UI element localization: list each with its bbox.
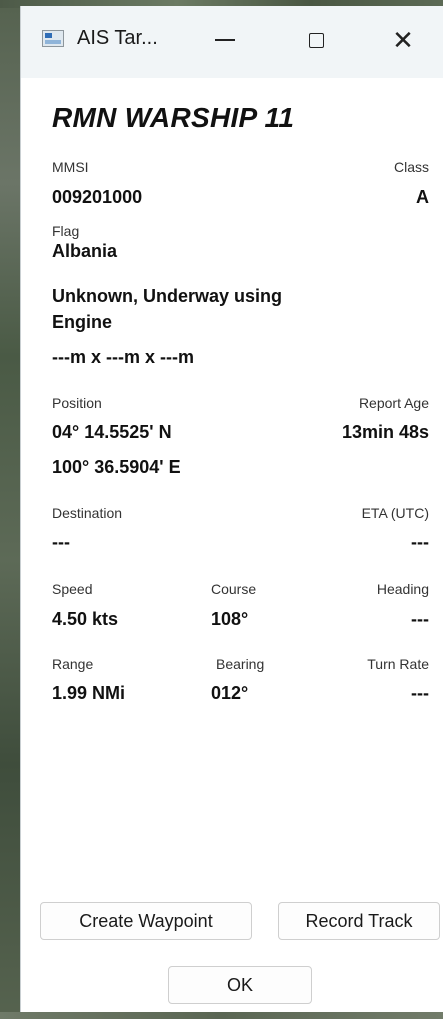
speed-value: 4.50 kts xyxy=(52,609,119,629)
turn-rate-label: Turn Rate xyxy=(367,656,429,672)
range-label: Range xyxy=(52,656,94,672)
vessel-dimensions: ---m x ---m x ---m xyxy=(52,347,194,367)
vessel-status-line1: Unknown, Underway using xyxy=(52,286,283,306)
flag-label: Flag xyxy=(52,223,80,239)
report-age-label: Report Age xyxy=(358,395,429,411)
range-value: 1.99 NMi xyxy=(52,683,126,703)
turn-rate-value: --- xyxy=(411,683,429,703)
vessel-status-line2: Engine xyxy=(52,312,113,332)
course-value: 108° xyxy=(211,609,249,629)
window-title: AIS Tar... xyxy=(77,27,158,49)
class-value: A xyxy=(416,187,429,207)
bearing-label: Bearing xyxy=(216,656,265,672)
longitude-value: 100° 36.5904' E xyxy=(52,457,181,477)
close-icon: ✕ xyxy=(392,24,414,55)
destination-value: --- xyxy=(52,532,70,552)
app-window-icon[interactable] xyxy=(42,30,64,47)
maximize-icon xyxy=(308,32,324,48)
position-label: Position xyxy=(52,395,102,411)
report-age-value: 13min 48s xyxy=(341,422,429,442)
bearing-value: 012° xyxy=(211,683,249,703)
background-map-left xyxy=(0,0,20,1019)
destination-label: Destination xyxy=(52,505,123,521)
mmsi-value: 009201000 xyxy=(52,187,143,207)
minimize-button[interactable] xyxy=(201,20,249,60)
flag-value: Albania xyxy=(52,241,118,261)
maximize-button[interactable] xyxy=(292,20,340,60)
heading-label: Heading xyxy=(376,581,429,597)
speed-label: Speed xyxy=(52,581,93,597)
background-map-bottom xyxy=(0,1012,443,1019)
eta-label: ETA (UTC) xyxy=(361,505,429,521)
vessel-name: RMN WARSHIP 11 xyxy=(52,102,295,133)
latitude-value: 04° 14.5525' N xyxy=(52,422,172,442)
course-label: Course xyxy=(211,581,257,597)
mmsi-label: MMSI xyxy=(52,159,89,175)
eta-value: --- xyxy=(411,532,429,552)
heading-value: --- xyxy=(411,609,429,629)
record-track-button[interactable]: Record Track xyxy=(278,902,440,940)
ok-button[interactable]: OK xyxy=(168,966,312,1004)
close-button[interactable]: ✕ xyxy=(379,20,427,60)
title-bar[interactable]: AIS Tar... ✕ xyxy=(21,6,443,78)
ais-target-window: AIS Tar... ✕ RMN WARSHIP 11 MMSI Class 0… xyxy=(20,6,443,1012)
create-waypoint-button[interactable]: Create Waypoint xyxy=(40,902,252,940)
class-label: Class xyxy=(393,159,429,175)
minimize-icon xyxy=(215,39,235,41)
